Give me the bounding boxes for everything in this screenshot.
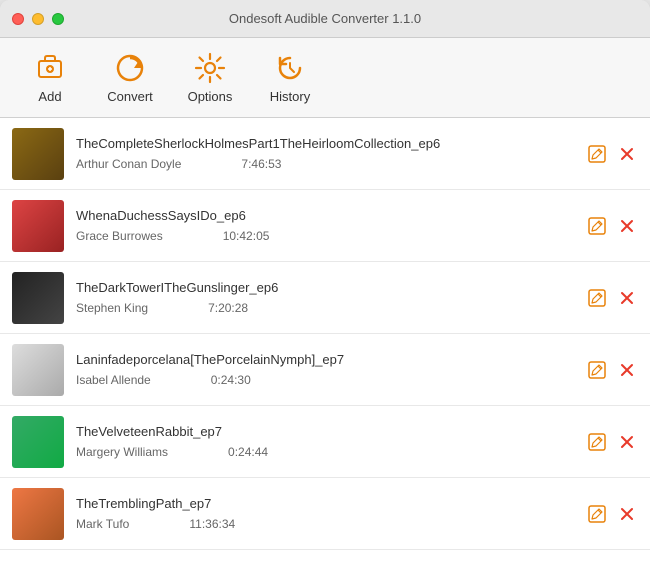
maximize-button[interactable]	[52, 13, 64, 25]
book-title: Laninfadeporcelana[ThePorcelainNymph]_ep…	[76, 352, 574, 367]
title-bar: Ondesoft Audible Converter 1.1.0	[0, 0, 650, 38]
minimize-button[interactable]	[32, 13, 44, 25]
book-meta: Isabel Allende 0:24:30	[76, 373, 574, 387]
book-duration: 0:24:44	[228, 445, 268, 459]
book-actions	[586, 287, 638, 309]
book-meta: Mark Tufo 11:36:34	[76, 517, 574, 531]
book-meta: Margery Williams 0:24:44	[76, 445, 574, 459]
history-icon	[273, 51, 307, 85]
delete-button[interactable]	[616, 359, 638, 381]
book-info: TheDarkTowerITheGunslinger_ep6 Stephen K…	[76, 280, 574, 315]
add-icon	[33, 51, 67, 85]
add-label: Add	[38, 89, 61, 104]
delete-button[interactable]	[616, 143, 638, 165]
book-cover	[12, 416, 64, 468]
convert-toolbar-button[interactable]: Convert	[90, 43, 170, 113]
book-info: Laninfadeporcelana[ThePorcelainNymph]_ep…	[76, 352, 574, 387]
book-author: Arthur Conan Doyle	[76, 157, 181, 171]
book-meta: Grace Burrowes 10:42:05	[76, 229, 574, 243]
options-icon	[193, 51, 227, 85]
book-actions	[586, 215, 638, 237]
edit-button[interactable]	[586, 359, 608, 381]
history-toolbar-button[interactable]: History	[250, 43, 330, 113]
toolbar: Add Convert	[0, 38, 650, 118]
book-duration: 7:20:28	[208, 301, 248, 315]
book-actions	[586, 143, 638, 165]
delete-button[interactable]	[616, 215, 638, 237]
convert-label: Convert	[107, 89, 153, 104]
book-title: TheVelveteenRabbit_ep7	[76, 424, 574, 439]
book-duration: 7:46:53	[241, 157, 281, 171]
edit-button[interactable]	[586, 431, 608, 453]
add-toolbar-button[interactable]: Add	[10, 43, 90, 113]
book-info: TheTremblingPath_ep7 Mark Tufo 11:36:34	[76, 496, 574, 531]
book-list: TheCompleteSherlockHolmesPart1TheHeirloo…	[0, 118, 650, 579]
book-author: Mark Tufo	[76, 517, 129, 531]
book-duration: 0:24:30	[211, 373, 251, 387]
book-row: Laninfadeporcelana[ThePorcelainNymph]_ep…	[0, 334, 650, 406]
window-title: Ondesoft Audible Converter 1.1.0	[229, 11, 421, 26]
book-author: Grace Burrowes	[76, 229, 163, 243]
book-row: WhenaDuchessSaysIDo_ep6 Grace Burrowes 1…	[0, 190, 650, 262]
book-author: Stephen King	[76, 301, 148, 315]
close-button[interactable]	[12, 13, 24, 25]
edit-button[interactable]	[586, 143, 608, 165]
options-toolbar-button[interactable]: Options	[170, 43, 250, 113]
book-row: TheCompleteSherlockHolmesPart1TheHeirloo…	[0, 118, 650, 190]
book-actions	[586, 503, 638, 525]
book-row: TheDarkTowerITheGunslinger_ep6 Stephen K…	[0, 262, 650, 334]
book-cover	[12, 272, 64, 324]
delete-button[interactable]	[616, 503, 638, 525]
book-title: TheDarkTowerITheGunslinger_ep6	[76, 280, 574, 295]
book-title: TheTremblingPath_ep7	[76, 496, 574, 511]
book-info: TheVelveteenRabbit_ep7 Margery Williams …	[76, 424, 574, 459]
convert-icon	[113, 51, 147, 85]
delete-button[interactable]	[616, 431, 638, 453]
book-info: TheCompleteSherlockHolmesPart1TheHeirloo…	[76, 136, 574, 171]
traffic-lights	[12, 13, 64, 25]
book-meta: Arthur Conan Doyle 7:46:53	[76, 157, 574, 171]
book-duration: 11:36:34	[189, 517, 235, 531]
book-cover	[12, 344, 64, 396]
book-cover	[12, 200, 64, 252]
book-author: Isabel Allende	[76, 373, 151, 387]
book-duration: 10:42:05	[223, 229, 270, 243]
book-cover	[12, 488, 64, 540]
edit-button[interactable]	[586, 503, 608, 525]
book-actions	[586, 431, 638, 453]
book-info: WhenaDuchessSaysIDo_ep6 Grace Burrowes 1…	[76, 208, 574, 243]
book-meta: Stephen King 7:20:28	[76, 301, 574, 315]
book-row: TheVelveteenRabbit_ep7 Margery Williams …	[0, 406, 650, 478]
book-row: TheTremblingPath_ep7 Mark Tufo 11:36:34	[0, 478, 650, 550]
options-label: Options	[188, 89, 233, 104]
history-label: History	[270, 89, 310, 104]
book-title: TheCompleteSherlockHolmesPart1TheHeirloo…	[76, 136, 574, 151]
delete-button[interactable]	[616, 287, 638, 309]
book-title: WhenaDuchessSaysIDo_ep6	[76, 208, 574, 223]
book-cover	[12, 128, 64, 180]
book-actions	[586, 359, 638, 381]
book-author: Margery Williams	[76, 445, 168, 459]
edit-button[interactable]	[586, 215, 608, 237]
edit-button[interactable]	[586, 287, 608, 309]
